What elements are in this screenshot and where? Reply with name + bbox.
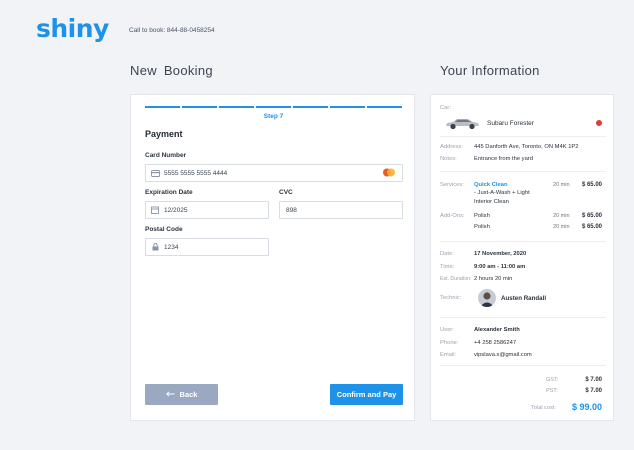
calendar-icon xyxy=(146,206,164,214)
cvc-field[interactable]: 898 xyxy=(279,201,403,219)
car-color-dot xyxy=(596,120,602,126)
service-detail: - Just-A-Wash + Light xyxy=(474,190,530,196)
total-label: Total cost: xyxy=(531,405,556,411)
postal-code-label: Postal Code xyxy=(145,226,183,233)
cvc-label: CVC xyxy=(279,189,293,196)
pst-label: PST: xyxy=(546,388,558,394)
addon-duration: 20 min xyxy=(553,213,570,219)
gst-label: GST: xyxy=(546,377,559,383)
email-value: vipslava.s@gmail.com xyxy=(474,352,532,358)
back-label: Back xyxy=(179,390,198,399)
lock-icon xyxy=(146,243,164,251)
time-value: 9:00 am - 11:00 am xyxy=(474,264,526,270)
payment-panel: Step 7 Payment Card Number 5555 5555 555… xyxy=(130,94,415,421)
car-label: Car: xyxy=(440,105,451,111)
expiration-value: 12/2025 xyxy=(164,206,188,214)
service-detail: Interior Clean xyxy=(474,199,509,205)
info-title: Your Information xyxy=(440,63,540,78)
car-name: Subaru Forester xyxy=(487,120,534,127)
divider xyxy=(440,317,606,318)
address-value: 445 Danforth Ave, Toronto, ON M4K 1P2 xyxy=(474,144,579,150)
confirm-and-pay-button[interactable]: Confirm and Pay xyxy=(330,384,403,405)
step-progress xyxy=(145,106,402,108)
shiny-logo[interactable]: shiny xyxy=(36,14,109,43)
postal-code-value: 1234 xyxy=(164,243,179,251)
back-button[interactable]: Back xyxy=(145,384,218,405)
service-price: $ 65.00 xyxy=(581,182,602,188)
booking-summary-panel: Car: Subaru Forester Address: 445 Danfort… xyxy=(430,94,614,421)
pst-value: $ 7.00 xyxy=(585,388,602,394)
address-label: Address: xyxy=(440,144,463,150)
avatar xyxy=(478,289,496,307)
service-name: Quick Clean xyxy=(474,182,508,188)
addons-label: Add-Ons: xyxy=(440,213,465,219)
duration-value: 2 hours 20 min xyxy=(474,276,513,282)
technician-name: Austen Randall xyxy=(501,295,547,302)
duration-label: Est. Duration: xyxy=(440,276,472,282)
cvc-value: 898 xyxy=(286,206,297,214)
notes-label: Notes: xyxy=(440,156,457,162)
step-label: Step 7 xyxy=(263,113,284,120)
phone-value: +4 258 2586247 xyxy=(474,340,517,346)
time-label: Time: xyxy=(440,264,455,270)
mastercard-icon xyxy=(382,168,396,179)
credit-card-icon xyxy=(146,169,164,177)
addon-price: $ 65.00 xyxy=(581,224,602,230)
divider xyxy=(440,171,606,172)
expiration-label: Expiration Date xyxy=(145,189,193,196)
addon-price: $ 65.00 xyxy=(581,213,602,219)
date-label: Date: xyxy=(440,251,454,257)
phone-label: Phone: xyxy=(440,340,459,346)
car-image xyxy=(444,116,480,135)
email-label: Email: xyxy=(440,352,457,358)
services-label: Services: xyxy=(440,182,464,188)
card-number-label: Card Number xyxy=(145,152,187,159)
phone-to-book: Call to book: 844-88-0458254 xyxy=(129,27,215,34)
card-number-field[interactable]: 5555 5555 5555 4444 xyxy=(145,164,403,182)
notes-value: Entrance from the yard xyxy=(474,156,533,162)
expiration-field[interactable]: 12/2025 xyxy=(145,201,269,219)
gst-value: $ 7.00 xyxy=(585,377,602,383)
arrow-left-icon xyxy=(165,390,175,399)
addon-duration: 20 min xyxy=(553,224,570,230)
addon-name: Polish xyxy=(474,213,490,219)
total-value: $ 99.00 xyxy=(571,402,602,412)
divider xyxy=(440,241,606,242)
payment-title: Payment xyxy=(145,129,183,139)
card-number-value: 5555 5555 5555 4444 xyxy=(164,169,228,177)
service-duration: 20 min xyxy=(553,182,570,188)
divider xyxy=(440,136,606,137)
divider xyxy=(440,365,606,366)
technician-label: Technic: xyxy=(440,295,462,301)
page-title: New Booking xyxy=(130,63,213,78)
addon-name: Polish xyxy=(474,224,490,230)
user-label: User: xyxy=(440,327,454,333)
user-name: Alexander Smith xyxy=(474,327,520,333)
date-value: 17 November, 2020 xyxy=(474,251,527,257)
postal-code-field[interactable]: 1234 xyxy=(145,238,269,256)
